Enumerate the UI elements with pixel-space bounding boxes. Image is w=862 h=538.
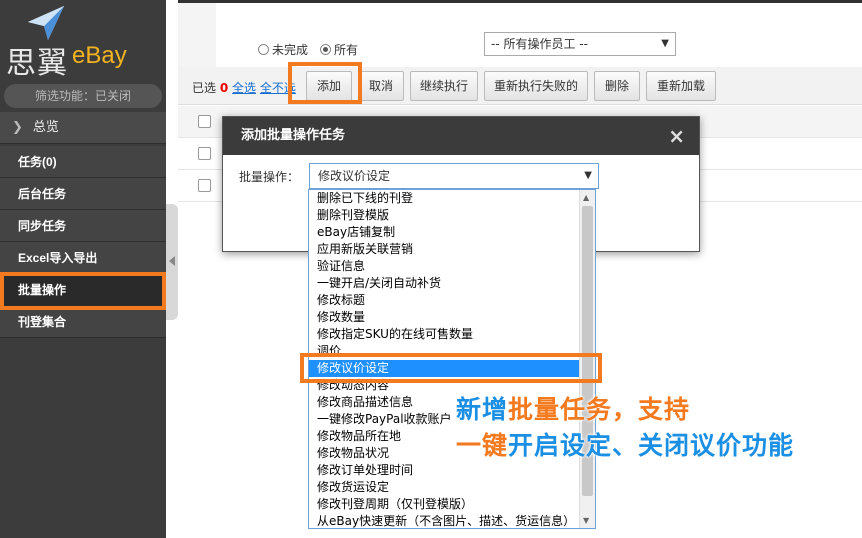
sidebar-item-sync-tasks[interactable]: 同步任务 [0, 210, 166, 242]
dropdown-option[interactable]: 修改数量 [309, 309, 595, 326]
batch-operation-label: 批量操作： [239, 170, 300, 184]
selected-count: 0 [219, 81, 229, 95]
scroll-down-icon[interactable]: ▼ [583, 516, 589, 525]
dropdown-option[interactable]: 修改刊登周期（仅刊登模版） [309, 496, 595, 513]
row-checkbox[interactable] [198, 179, 211, 192]
sidebar-item-listing-collection[interactable]: 刊登集合 [0, 306, 166, 338]
dropdown-option[interactable]: 修改标题 [309, 292, 595, 309]
highlight-add-button [288, 62, 362, 104]
logo: 思翼 eBay [0, 0, 166, 82]
highlight-selected-option [300, 353, 602, 383]
cancel-button[interactable]: 取消 [358, 71, 404, 101]
radio-label: 所有 [334, 43, 359, 57]
sidebar-item-excel-import-export[interactable]: Excel导入导出 [0, 242, 166, 274]
row-checkbox[interactable] [198, 115, 211, 128]
caret-down-icon: ▼ [661, 38, 669, 49]
close-icon[interactable]: × [668, 124, 685, 148]
sidebar-collapse-handle[interactable] [166, 204, 178, 320]
annotation-text: 新增 [456, 395, 509, 424]
select-all-link[interactable]: 全选 [232, 81, 256, 95]
caret-down-icon: ▼ [584, 170, 592, 181]
delete-button[interactable]: 删除 [594, 71, 640, 101]
highlight-batch-operations [0, 272, 166, 310]
annotation-text: 一键 [456, 431, 509, 460]
sidebar-item-tasks[interactable]: 任务(0) [0, 146, 166, 178]
sidebar-item-overview[interactable]: ❯ 总览 [0, 112, 166, 144]
scroll-up-icon[interactable]: ▲ [583, 193, 589, 202]
batch-operation-value: 修改议价设定 [318, 169, 391, 183]
continue-button[interactable]: 继续执行 [410, 71, 478, 101]
selected-prefix: 已选 [192, 81, 217, 95]
operator-select[interactable]: -- 所有操作员工 -- ▼ [484, 32, 676, 56]
dropdown-option[interactable]: 修改订单处理时间 [309, 462, 595, 479]
radio-circle-checked-icon [320, 44, 331, 55]
retry-failed-button[interactable]: 重新执行失败的 [484, 71, 588, 101]
selection-info: 已选 0 全选 全不选 [192, 79, 296, 96]
annotation-text: 批量任务， [508, 395, 639, 424]
dropdown-option[interactable]: 应用新版关联营销 [309, 241, 595, 258]
dropdown-option[interactable]: 一键开启/关闭自动补货 [309, 275, 595, 292]
sidebar-item-label: 总览 [32, 120, 59, 135]
radio-incomplete[interactable]: 未完成 [258, 41, 308, 58]
sidebar: 思翼 eBay 筛选功能：已关闭 ❯ 总览 任务(0) 后台任务 同步任务 Exc… [0, 0, 166, 538]
annotation-text: 支持 [638, 395, 691, 424]
toolbar: 已选 0 全选 全不选 添加 取消 继续执行 重新执行失败的 删除 重新加载 [178, 67, 862, 105]
dropdown-option[interactable]: 修改货运设定 [309, 479, 595, 496]
modal-title: 添加批量操作任务 [223, 117, 699, 155]
dropdown-option[interactable]: 从eBay快速更新（不含图片、描述、货运信息） [309, 513, 595, 528]
sidebar-item-background-tasks[interactable]: 后台任务 [0, 178, 166, 210]
chevron-right-icon: ❯ [12, 120, 23, 135]
radio-all[interactable]: 所有 [320, 41, 358, 58]
annotation-line-1: 新增批量任务，支持 [456, 390, 690, 426]
operator-select-value: -- 所有操作员工 -- [491, 37, 588, 51]
row-checkbox[interactable] [198, 147, 211, 160]
radio-label: 未完成 [272, 43, 309, 57]
annotation-line-2: 一键开启设定、关闭议价功能 [456, 426, 794, 462]
annotation-text: 开启设定、关闭议价功能 [508, 431, 795, 460]
logo-text-cn: 思翼 [6, 46, 68, 81]
dropdown-option[interactable]: 删除已下线的刊登 [309, 190, 595, 207]
radio-circle-icon [258, 44, 269, 55]
dropdown-option[interactable]: 删除刊登模版 [309, 207, 595, 224]
logo-text-en: eBay [72, 42, 127, 69]
filter-status-pill[interactable]: 筛选功能：已关闭 [4, 84, 162, 108]
dropdown-option[interactable]: 验证信息 [309, 258, 595, 275]
batch-operation-select[interactable]: 修改议价设定 ▼ [309, 163, 599, 189]
collapse-arrow-icon [169, 256, 175, 266]
reload-button[interactable]: 重新加载 [646, 71, 716, 101]
dropdown-option[interactable]: eBay店铺复制 [309, 224, 595, 241]
dropdown-option[interactable]: 修改指定SKU的在线可售数量 [309, 326, 595, 343]
